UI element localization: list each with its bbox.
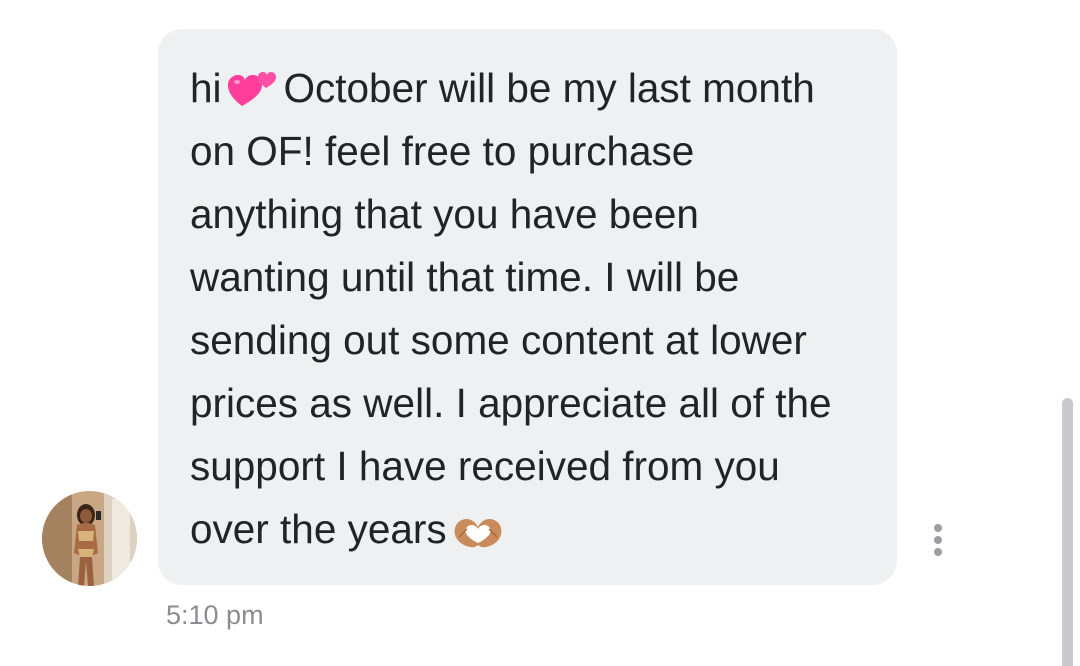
message-timestamp: 5:10 pm: [166, 600, 264, 630]
message-bubble[interactable]: hi October will be my last month on OF! f…: [158, 29, 897, 585]
message-line: over the years: [190, 498, 867, 561]
message-line: support I have received from you: [190, 443, 780, 489]
two-hearts-icon: [227, 66, 278, 108]
scrollbar-thumb[interactable]: [1062, 398, 1073, 666]
message-line: anything that you have been: [190, 191, 699, 237]
heart-hands-icon: [453, 515, 503, 549]
message-line: hi October will be my last month: [190, 65, 815, 111]
message-line: sending out some content at lower: [190, 317, 807, 363]
more-vertical-icon: [934, 524, 942, 532]
message-row: hi October will be my last month on OF! f…: [0, 0, 1080, 666]
more-options-button[interactable]: [924, 518, 952, 562]
more-vertical-icon: [934, 536, 942, 544]
more-vertical-icon: [934, 548, 942, 556]
message-text: hi October will be my last month on OF! f…: [190, 57, 867, 561]
message-line: on OF! feel free to purchase: [190, 128, 695, 174]
message-line: wanting until that time. I will be: [190, 254, 740, 300]
sender-avatar[interactable]: [42, 491, 137, 586]
message-line: prices as well. I appreciate all of the: [190, 380, 832, 426]
profile-photo-icon: [42, 491, 137, 586]
